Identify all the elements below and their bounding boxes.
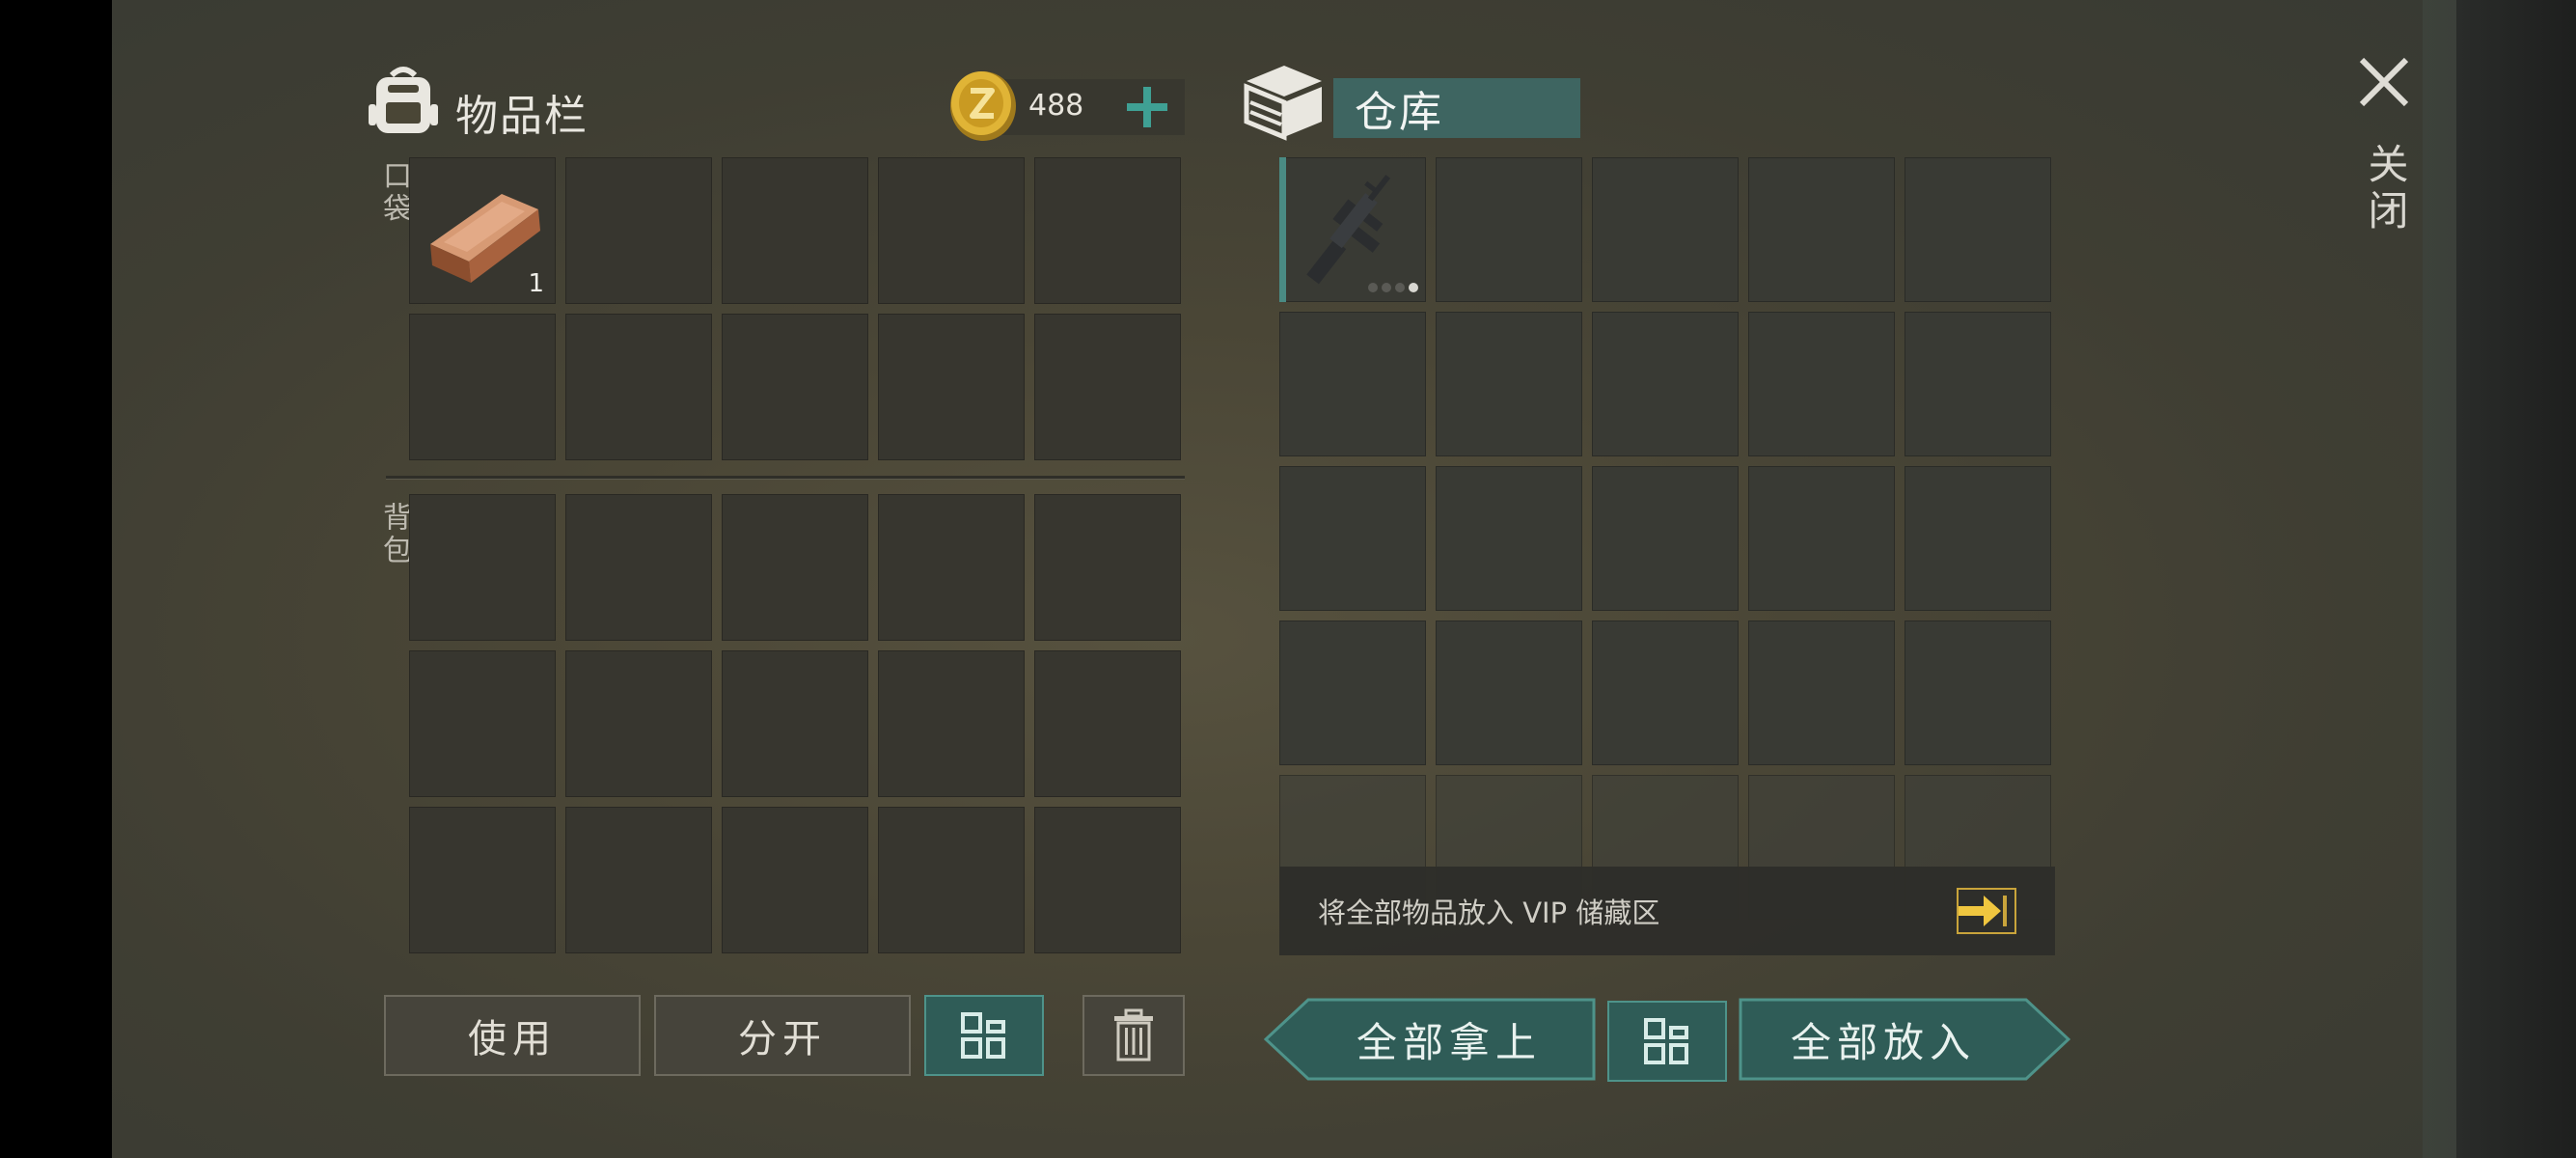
warehouse-slot[interactable] [1905, 466, 2051, 611]
warehouse-box-icon [1243, 62, 1326, 141]
close-label[interactable]: 关闭 [2356, 143, 2415, 235]
warehouse-slot[interactable] [1592, 157, 1739, 302]
sort-warehouse-button[interactable] [1607, 1001, 1727, 1082]
trash-button[interactable] [1082, 995, 1185, 1076]
plus-icon [1127, 87, 1167, 127]
close-panel [2423, 0, 2456, 1158]
warehouse-slot[interactable] [1905, 620, 2051, 765]
pocket-slot[interactable] [878, 314, 1025, 460]
vip-transfer-button[interactable] [1957, 888, 2016, 934]
pocket-slot[interactable] [409, 314, 556, 460]
backpack-slot[interactable] [878, 650, 1025, 797]
section-divider [386, 476, 1185, 480]
backpack-slot[interactable] [565, 650, 712, 797]
pocket-slot[interactable] [565, 157, 712, 304]
backpack-slot[interactable] [878, 494, 1025, 641]
warehouse-slot[interactable] [1436, 312, 1582, 456]
warehouse-slot[interactable] [1748, 157, 1895, 302]
warehouse-grid [1279, 157, 2051, 920]
vip-storage-text: 将全部物品放入 VIP 储藏区 [1318, 896, 1660, 929]
add-coins-button[interactable] [1123, 83, 1171, 131]
close-button[interactable] [2356, 54, 2412, 110]
warehouse-slot[interactable] [1748, 466, 1895, 611]
coin-icon [947, 68, 1019, 143]
pocket-slot[interactable] [1034, 157, 1181, 304]
put-all-label: 全部放入 [1790, 1018, 1976, 1066]
arrow-right-icon [1959, 896, 2007, 926]
item-quantity: 1 [528, 269, 544, 298]
pocket-slot[interactable] [878, 157, 1025, 304]
backpack-slot[interactable] [565, 807, 712, 953]
warehouse-slot[interactable] [1905, 312, 2051, 456]
vip-storage-bar[interactable]: 将全部物品放入 VIP 储藏区 [1279, 867, 2055, 955]
use-button[interactable]: 使用 [384, 995, 641, 1076]
backpack-grid [409, 494, 1181, 953]
backpack-slot[interactable] [409, 494, 556, 641]
trash-icon [1114, 1008, 1153, 1062]
warehouse-slot[interactable] [1436, 157, 1582, 302]
assault-rifle-icon [1306, 175, 1391, 285]
warehouse-slot[interactable] [1748, 312, 1895, 456]
warehouse-slot[interactable] [1436, 466, 1582, 611]
backpack-icon [367, 62, 440, 139]
warehouse-slot[interactable] [1748, 620, 1895, 765]
backpack-slot[interactable] [722, 494, 868, 641]
warehouse-slot[interactable] [1592, 312, 1739, 456]
take-all-label: 全部拿上 [1356, 1018, 1542, 1066]
close-icon [2359, 57, 2409, 107]
backpack-slot[interactable] [409, 650, 556, 797]
warehouse-slot[interactable] [1279, 466, 1426, 611]
warehouse-slot[interactable] [1279, 312, 1426, 456]
screen-edge [2456, 0, 2576, 1158]
put-all-button[interactable]: 全部放入 [1739, 998, 2070, 1081]
backpack-slot[interactable] [722, 650, 868, 797]
warehouse-slot[interactable] [1905, 157, 2051, 302]
backpack-slot[interactable] [409, 807, 556, 953]
coin-amount: 488 [1028, 89, 1084, 123]
backpack-slot[interactable] [565, 494, 712, 641]
pocket-slot[interactable] [1034, 314, 1181, 460]
backpack-slot[interactable] [1034, 494, 1181, 641]
warehouse-slot[interactable] [1279, 157, 1426, 302]
backpack-slot[interactable] [1034, 650, 1181, 797]
split-button[interactable]: 分开 [654, 995, 911, 1076]
ammo-dots [1368, 283, 1418, 292]
warehouse-slot[interactable] [1592, 466, 1739, 611]
warehouse-title: 仓库 [1355, 88, 1443, 137]
pocket-slot[interactable] [565, 314, 712, 460]
pocket-slot[interactable] [722, 157, 868, 304]
take-all-button[interactable]: 全部拿上 [1264, 998, 1596, 1081]
pocket-grid: 1 [409, 157, 1181, 460]
inventory-title: 物品栏 [455, 92, 589, 141]
warehouse-slot[interactable] [1436, 620, 1582, 765]
backpack-slot[interactable] [722, 807, 868, 953]
warehouse-slot[interactable] [1592, 620, 1739, 765]
warehouse-slot[interactable] [1279, 620, 1426, 765]
pocket-slot[interactable] [722, 314, 868, 460]
backpack-slot[interactable] [878, 807, 1025, 953]
pocket-slot[interactable]: 1 [409, 157, 556, 304]
grid-sort-icon [1644, 1018, 1688, 1064]
sort-inventory-button[interactable] [924, 995, 1044, 1076]
warehouse-title-tab: 仓库 [1333, 78, 1580, 138]
backpack-slot[interactable] [1034, 807, 1181, 953]
grid-sort-icon [961, 1012, 1005, 1059]
